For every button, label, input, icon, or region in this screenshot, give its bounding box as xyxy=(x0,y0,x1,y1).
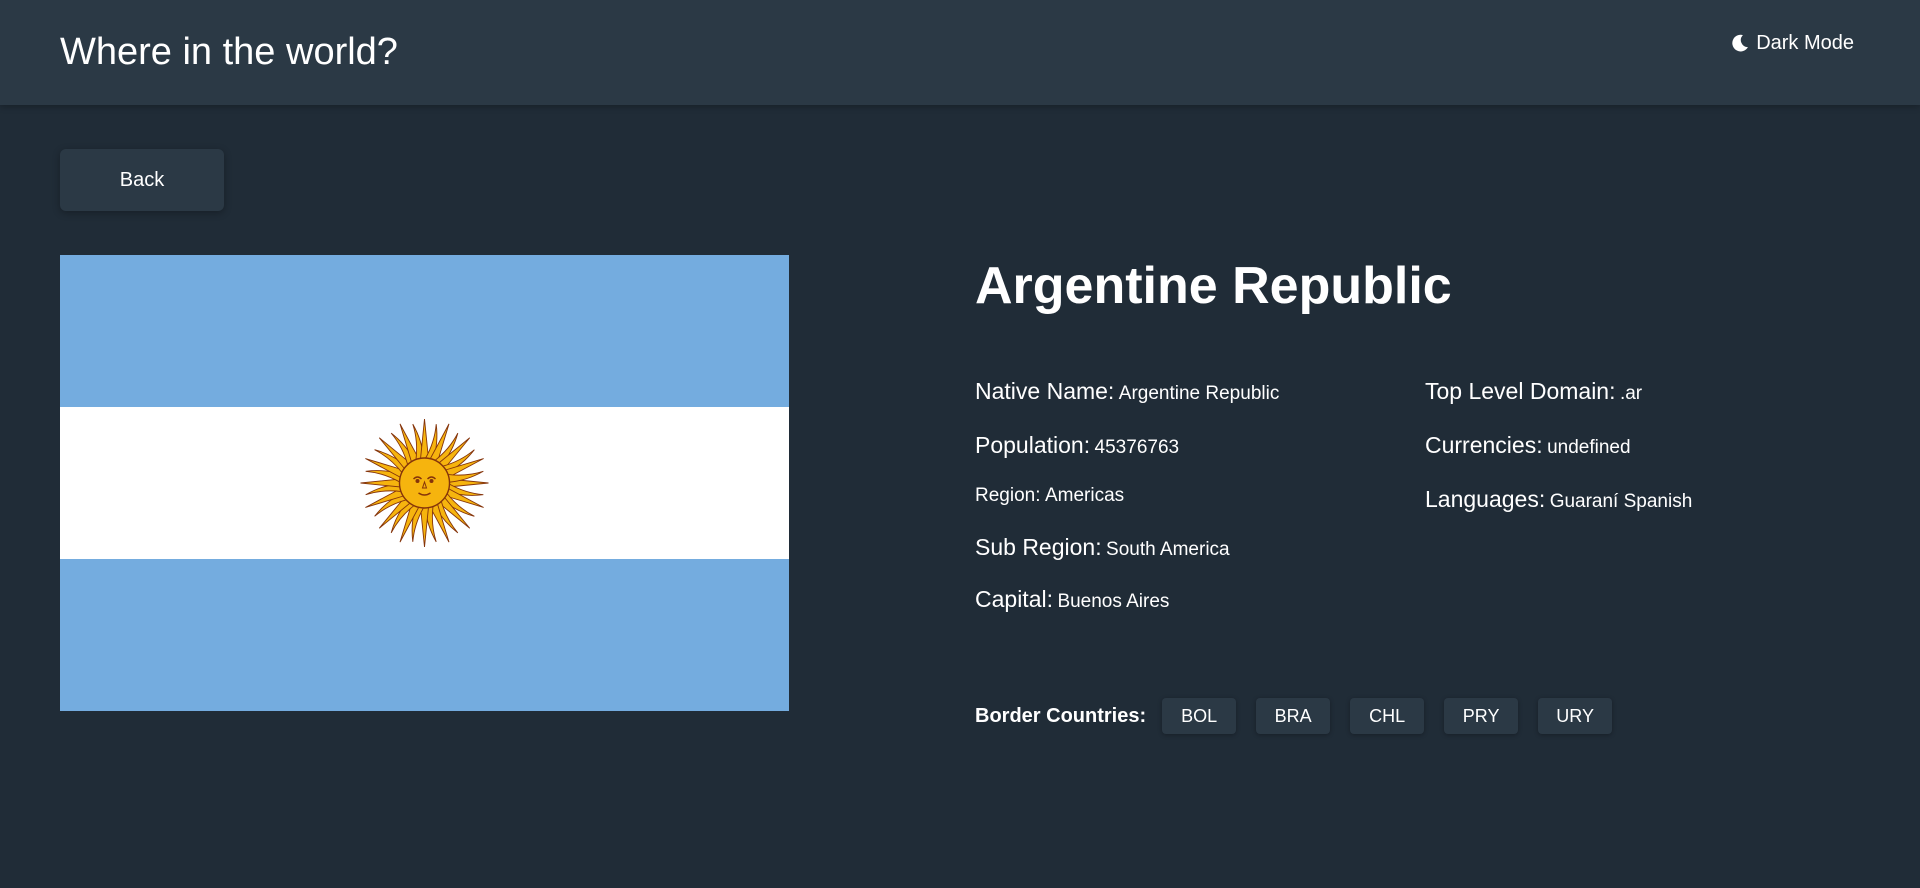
border-country-button[interactable]: CHL xyxy=(1350,698,1425,734)
border-countries-label: Border Countries: xyxy=(975,704,1147,727)
country-name: Argentine Republic xyxy=(975,257,1452,315)
moon-icon xyxy=(1732,34,1749,52)
detail-languages: Languages: Guaraní Spanish xyxy=(1425,484,1692,518)
dark-mode-label: Dark Mode xyxy=(1756,32,1854,54)
detail-value: Argentine Republic xyxy=(1118,383,1280,404)
detail-label: Capital: xyxy=(975,586,1053,612)
border-country-button[interactable]: BRA xyxy=(1256,698,1331,734)
detail-label: Native Name: xyxy=(975,378,1115,404)
detail-value: South America xyxy=(1106,539,1230,560)
border-country-button[interactable]: URY xyxy=(1538,698,1613,734)
detail-value: Guaraní Spanish xyxy=(1549,491,1693,512)
detail-value: 45376763 xyxy=(1094,437,1180,458)
detail-top-level-domain: Top Level Domain: .ar xyxy=(1425,376,1642,410)
sun-of-may-icon xyxy=(398,457,451,509)
detail-value: Buenos Aires xyxy=(1057,591,1170,612)
detail-region: Region: Americas xyxy=(975,481,1124,512)
site-title: Where in the world? xyxy=(60,31,398,73)
detail-label: Languages: xyxy=(1425,486,1546,512)
detail-currencies: Currencies: undefined xyxy=(1425,430,1631,464)
dark-mode-toggle[interactable]: Dark Mode xyxy=(1730,30,1854,56)
detail-label: Top Level Domain: xyxy=(1425,378,1616,404)
detail-label: Currencies: xyxy=(1425,432,1543,458)
detail-label: Region: xyxy=(975,485,1041,506)
detail-population: Population: 45376763 xyxy=(975,430,1179,464)
detail-label: Sub Region: xyxy=(975,534,1102,560)
detail-label: Population: xyxy=(975,432,1091,458)
border-country-button[interactable]: PRY xyxy=(1444,698,1519,734)
detail-value: Americas xyxy=(1044,485,1125,506)
back-button[interactable]: Back xyxy=(60,149,224,211)
argentina-flag xyxy=(60,255,789,711)
detail-capital: Capital: Buenos Aires xyxy=(975,584,1169,618)
top-navbar: Where in the world? Dark Mode xyxy=(0,0,1920,105)
border-countries: Border Countries: BOL BRA CHL PRY URY xyxy=(975,697,1632,735)
detail-value: .ar xyxy=(1619,383,1643,404)
border-country-button[interactable]: BOL xyxy=(1162,698,1237,734)
detail-native-name: Native Name: Argentine Republic xyxy=(975,376,1279,410)
detail-sub-region: Sub Region: South America xyxy=(975,532,1230,566)
detail-value: undefined xyxy=(1547,437,1631,458)
